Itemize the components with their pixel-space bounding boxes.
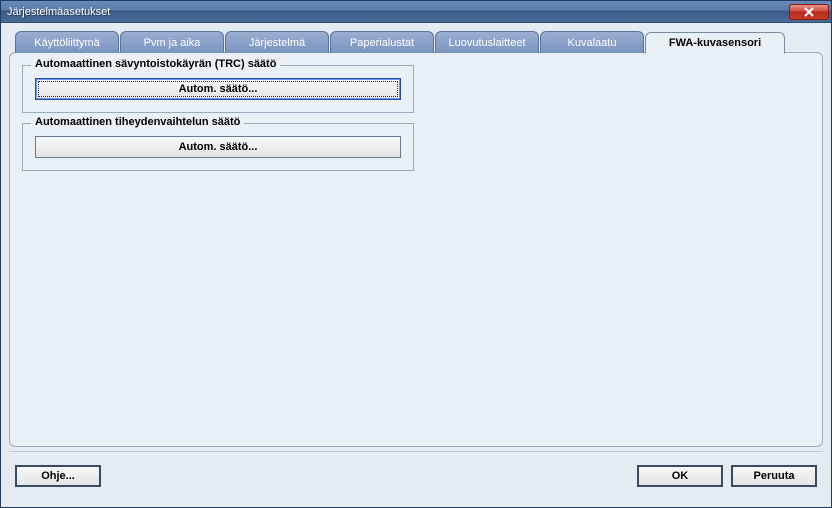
cancel-button[interactable]: Peruuta xyxy=(731,465,817,487)
tab-label: FWA-kuvasensori xyxy=(669,37,761,49)
tab-kuvalaatu[interactable]: Kuvalaatu xyxy=(540,31,644,53)
client-area: Käyttöliittymä Pvm ja aika Järjestelmä P… xyxy=(1,23,831,507)
group-trc-title: Automaattinen sävyntoistokäyrän (TRC) sä… xyxy=(31,58,280,70)
button-label: Autom. säätö... xyxy=(179,141,258,153)
auto-adjust-trc-button[interactable]: Autom. säätö... xyxy=(35,78,401,100)
close-icon xyxy=(804,7,814,17)
tab-label: Järjestelmä xyxy=(249,37,305,49)
window-title: Järjestelmäasetukset xyxy=(7,6,110,18)
button-label: OK xyxy=(672,470,689,482)
button-label: Autom. säätö... xyxy=(179,83,258,95)
help-button[interactable]: Ohje... xyxy=(15,465,101,487)
group-density: Automaattinen tiheydenvaihtelun säätö Au… xyxy=(22,123,414,171)
tab-kayttoliittyma[interactable]: Käyttöliittymä xyxy=(15,31,119,53)
group-density-title: Automaattinen tiheydenvaihtelun säätö xyxy=(31,116,244,128)
auto-adjust-density-button[interactable]: Autom. säätö... xyxy=(35,136,401,158)
tab-paperialustat[interactable]: Paperialustat xyxy=(330,31,434,53)
tab-label: Paperialustat xyxy=(350,37,414,49)
tab-panel: Automaattinen sävyntoistokäyrän (TRC) sä… xyxy=(9,52,823,447)
tab-jarjestelma[interactable]: Järjestelmä xyxy=(225,31,329,53)
tab-label: Kuvalaatu xyxy=(568,37,617,49)
tab-pvm-ja-aika[interactable]: Pvm ja aika xyxy=(120,31,224,53)
titlebar: Järjestelmäasetukset xyxy=(1,1,831,23)
bottom-bar: Ohje... OK Peruuta xyxy=(9,451,823,499)
tab-fwa-kuvasensori[interactable]: FWA-kuvasensori xyxy=(645,32,785,54)
tab-label: Pvm ja aika xyxy=(144,37,201,49)
button-label: Ohje... xyxy=(41,470,75,482)
tab-label: Käyttöliittymä xyxy=(34,37,99,49)
group-trc: Automaattinen sävyntoistokäyrän (TRC) sä… xyxy=(22,65,414,113)
close-button[interactable] xyxy=(789,4,829,20)
ok-button[interactable]: OK xyxy=(637,465,723,487)
tab-luovutuslaitteet[interactable]: Luovutuslaitteet xyxy=(435,31,539,53)
tabs-row: Käyttöliittymä Pvm ja aika Järjestelmä P… xyxy=(9,31,823,53)
button-label: Peruuta xyxy=(754,470,795,482)
tab-label: Luovutuslaitteet xyxy=(448,37,525,49)
bottom-right-buttons: OK Peruuta xyxy=(637,465,817,487)
window-root: Järjestelmäasetukset Käyttöliittymä Pvm … xyxy=(0,0,832,508)
